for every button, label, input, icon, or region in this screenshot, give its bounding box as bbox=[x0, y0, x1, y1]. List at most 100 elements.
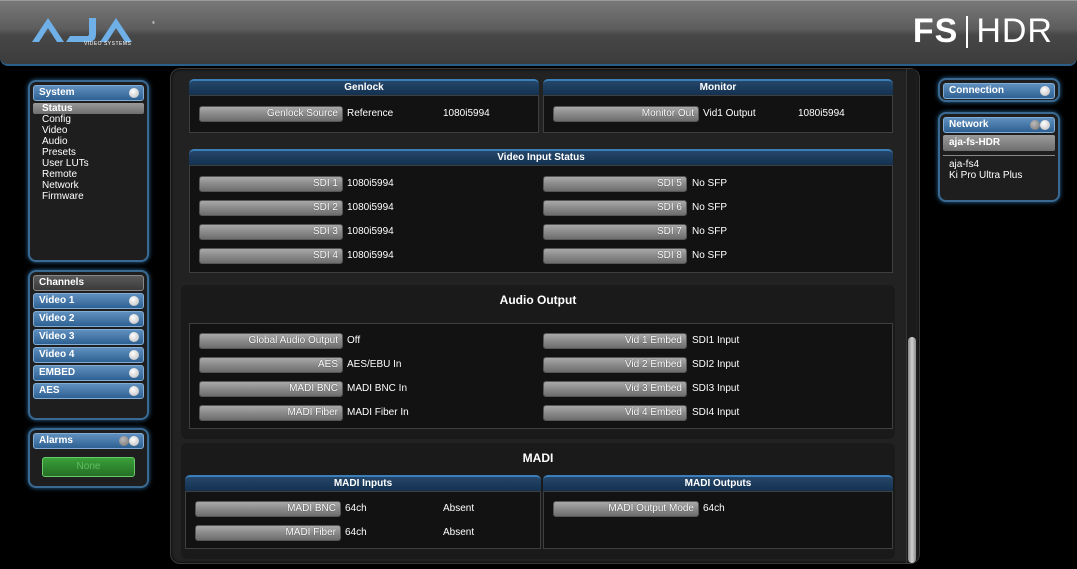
sdi-2-button[interactable]: SDI 2 bbox=[199, 200, 343, 216]
menu-item-network[interactable]: Network bbox=[30, 180, 147, 191]
collapse-icon[interactable] bbox=[129, 350, 139, 360]
genlock-format-value: 1080i5994 bbox=[443, 108, 490, 119]
sdi-8-value: No SFP bbox=[692, 250, 728, 261]
network-panel: Network aja-fs-HDR aja-fs4 Ki Pro Ultra … bbox=[938, 112, 1060, 202]
video-input-status-header: Video Input Status bbox=[189, 149, 893, 165]
vid-1-embed-button[interactable]: Vid 1 Embed bbox=[543, 333, 687, 349]
sdi-1-button[interactable]: SDI 1 bbox=[199, 176, 343, 192]
menu-item-status[interactable]: Status bbox=[33, 103, 144, 114]
alarms-panel: Alarms None bbox=[28, 428, 149, 488]
network-header[interactable]: Network bbox=[943, 117, 1055, 133]
channel-label: Video 4 bbox=[39, 349, 75, 360]
channel-label: Video 1 bbox=[39, 295, 75, 306]
sdi-3-button[interactable]: SDI 3 bbox=[199, 224, 343, 240]
madi-output-mode-value: 64ch bbox=[703, 503, 725, 514]
vid-4-embed-value: SDI4 Input bbox=[692, 407, 740, 418]
vid-3-embed-value: SDI3 Input bbox=[692, 383, 740, 394]
madi-input-bnc-state: Absent bbox=[443, 503, 475, 514]
channel-video-1[interactable]: Video 1 bbox=[33, 293, 144, 309]
sdi-6-value: No SFP bbox=[692, 202, 728, 213]
monitor-format-value: 1080i5994 bbox=[798, 108, 845, 119]
connection-header[interactable]: Connection bbox=[943, 83, 1055, 99]
vid-3-embed-button[interactable]: Vid 3 Embed bbox=[543, 381, 687, 397]
sdi-5-button[interactable]: SDI 5 bbox=[543, 176, 687, 192]
vid-4-embed-button[interactable]: Vid 4 Embed bbox=[543, 405, 687, 421]
madi-input-fiber-channels: 64ch bbox=[345, 527, 367, 538]
global-audio-output-button[interactable]: Global Audio Output bbox=[199, 333, 343, 349]
collapse-icon[interactable] bbox=[1040, 120, 1050, 130]
madi-inputs-header: MADI Inputs bbox=[185, 475, 541, 491]
channel-label: Video 3 bbox=[39, 331, 75, 342]
channel-video-4[interactable]: Video 4 bbox=[33, 347, 144, 363]
alarms-title: Alarms bbox=[39, 435, 73, 446]
madi-bnc-button[interactable]: MADI BNC bbox=[199, 381, 343, 397]
status-page: Genlock Monitor Genlock Source Reference… bbox=[181, 73, 895, 563]
menu-item-presets[interactable]: Presets bbox=[30, 147, 147, 158]
monitor-out-button[interactable]: Monitor Out bbox=[553, 106, 699, 122]
madi-output-mode-button[interactable]: MADI Output Mode bbox=[553, 501, 699, 517]
alarms-header[interactable]: Alarms bbox=[33, 433, 144, 449]
collapse-icon[interactable] bbox=[129, 332, 139, 342]
monitor-header: Monitor bbox=[543, 79, 893, 95]
refresh-icon[interactable] bbox=[1030, 120, 1040, 130]
channel-embed[interactable]: EMBED bbox=[33, 365, 144, 381]
sdi-7-button[interactable]: SDI 7 bbox=[543, 224, 687, 240]
connection-panel: Connection bbox=[938, 78, 1060, 102]
channel-video-2[interactable]: Video 2 bbox=[33, 311, 144, 327]
collapse-icon[interactable] bbox=[1040, 86, 1050, 96]
menu-item-config[interactable]: Config bbox=[30, 114, 147, 125]
network-device-ki-pro[interactable]: Ki Pro Ultra Plus bbox=[940, 170, 1058, 181]
vid-1-embed-value: SDI1 Input bbox=[692, 335, 740, 346]
product-name: FS HDR bbox=[913, 12, 1053, 51]
genlock-source-value: Reference bbox=[347, 108, 394, 119]
madi-outputs-header: MADI Outputs bbox=[543, 475, 893, 491]
collapse-icon[interactable] bbox=[129, 296, 139, 306]
sdi-3-value: 1080i5994 bbox=[347, 226, 394, 237]
vid-2-embed-button[interactable]: Vid 2 Embed bbox=[543, 357, 687, 373]
menu-item-user-luts[interactable]: User LUTs bbox=[30, 158, 147, 169]
madi-input-fiber-state: Absent bbox=[443, 527, 475, 538]
sdi-4-button[interactable]: SDI 4 bbox=[199, 248, 343, 264]
channel-video-3[interactable]: Video 3 bbox=[33, 329, 144, 345]
channels-panel: Channels Video 1 Video 2 Video 3 Video 4… bbox=[28, 270, 149, 420]
madi-input-bnc-button[interactable]: MADI BNC bbox=[195, 501, 341, 517]
menu-item-firmware[interactable]: Firmware bbox=[30, 191, 147, 202]
alarm-status-text: None bbox=[76, 461, 101, 472]
collapse-icon[interactable] bbox=[129, 436, 139, 446]
channel-label: AES bbox=[39, 385, 60, 396]
channel-label: EMBED bbox=[39, 367, 76, 378]
collapse-icon[interactable] bbox=[129, 314, 139, 324]
collapse-icon[interactable] bbox=[129, 88, 139, 98]
indicator-icon bbox=[119, 436, 129, 446]
menu-item-remote[interactable]: Remote bbox=[30, 169, 147, 180]
collapse-icon[interactable] bbox=[129, 386, 139, 396]
network-device-aja-fs4[interactable]: aja-fs4 bbox=[940, 159, 1058, 170]
vid-2-embed-value: SDI2 Input bbox=[692, 359, 740, 370]
system-title: System bbox=[39, 87, 75, 98]
collapse-icon[interactable] bbox=[129, 368, 139, 378]
system-panel: System Status Config Video Audio Presets… bbox=[28, 80, 149, 262]
sdi-8-button[interactable]: SDI 8 bbox=[543, 248, 687, 264]
madi-fiber-button[interactable]: MADI Fiber bbox=[199, 405, 343, 421]
monitor-out-value: Vid1 Output bbox=[703, 108, 756, 119]
sdi-6-button[interactable]: SDI 6 bbox=[543, 200, 687, 216]
global-audio-output-value: Off bbox=[347, 335, 361, 346]
aes-button[interactable]: AES bbox=[199, 357, 343, 373]
network-title: Network bbox=[949, 119, 989, 130]
product-fs: FS bbox=[912, 12, 959, 50]
network-current-device[interactable]: aja-fs-HDR bbox=[943, 135, 1055, 151]
sdi-2-value: 1080i5994 bbox=[347, 202, 394, 213]
menu-item-video[interactable]: Video bbox=[30, 125, 147, 136]
madi-input-fiber-button[interactable]: MADI Fiber bbox=[195, 525, 341, 541]
madi-bnc-value: MADI BNC In bbox=[347, 383, 408, 394]
genlock-source-button[interactable]: Genlock Source bbox=[199, 106, 343, 122]
sdi-1-value: 1080i5994 bbox=[347, 178, 394, 189]
scrollbar-thumb[interactable] bbox=[908, 337, 916, 563]
scrollbar[interactable] bbox=[906, 69, 916, 563]
sdi-7-value: No SFP bbox=[692, 226, 728, 237]
system-header[interactable]: System bbox=[33, 85, 144, 101]
channel-aes[interactable]: AES bbox=[33, 383, 144, 399]
menu-item-audio[interactable]: Audio bbox=[30, 136, 147, 147]
madi-input-bnc-channels: 64ch bbox=[345, 503, 367, 514]
channels-title: Channels bbox=[39, 277, 85, 288]
